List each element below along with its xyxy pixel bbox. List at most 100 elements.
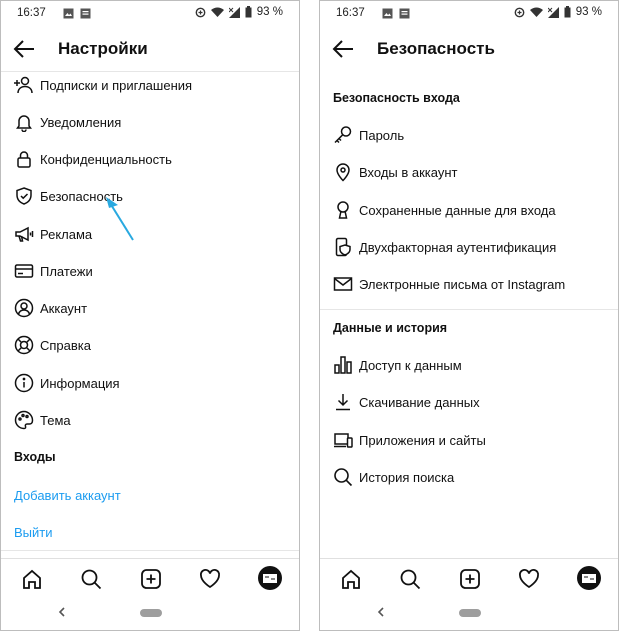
menu-item-search-history[interactable]: История поиска — [332, 463, 618, 491]
menu-item-label: Двухфакторная аутентификация — [359, 239, 557, 255]
lock-icon — [13, 148, 35, 170]
battery-icon — [245, 6, 252, 18]
menu-item-theme[interactable]: Тема — [13, 406, 299, 434]
new-post-icon[interactable] — [140, 568, 162, 590]
home-gesture-pill[interactable] — [459, 609, 481, 617]
activity-heart-icon[interactable] — [518, 568, 540, 590]
devices-icon — [332, 429, 354, 451]
profile-avatar-icon[interactable] — [577, 566, 601, 590]
info-icon — [13, 372, 35, 394]
search-icon — [332, 466, 354, 488]
system-navigation — [320, 601, 618, 625]
menu-item-label: Доступ к данным — [359, 357, 462, 373]
menu-item-label: Скачивание данных — [359, 394, 480, 410]
bottom-navigation — [1, 558, 299, 599]
gallery-notification-icon — [382, 8, 393, 19]
search-icon[interactable] — [80, 568, 102, 590]
menu-item-account[interactable]: Аккаунт — [13, 294, 299, 322]
menu-item-subscriptions[interactable]: Подписки и приглашения — [13, 71, 299, 99]
menu-item-label: Приложения и сайты — [359, 432, 486, 448]
battery-percent: 93 % — [256, 6, 283, 18]
gallery-notification-icon — [63, 8, 74, 19]
menu-item-label: Аккаунт — [40, 300, 88, 316]
wifi-icon — [210, 7, 224, 17]
account-icon — [13, 297, 35, 319]
section-data-history: Данные и история — [333, 321, 448, 335]
home-icon[interactable] — [340, 568, 362, 590]
shield-icon — [13, 185, 35, 207]
menu-item-security[interactable]: Безопасность — [13, 182, 299, 210]
menu-item-saved-login[interactable]: Сохраненные данные для входа — [332, 196, 618, 224]
data-saver-icon — [514, 7, 525, 17]
menu-item-access-data[interactable]: Доступ к данным — [332, 351, 618, 379]
menu-item-ads[interactable]: Реклама — [13, 220, 299, 248]
menu-item-privacy[interactable]: Конфиденциальность — [13, 145, 299, 173]
key-icon — [332, 124, 354, 146]
menu-item-password[interactable]: Пароль — [332, 121, 618, 149]
home-icon[interactable] — [21, 568, 43, 590]
envelope-icon — [332, 273, 354, 295]
menu-item-apps-websites[interactable]: Приложения и сайты — [332, 426, 618, 454]
system-back-icon[interactable] — [57, 605, 67, 619]
menu-item-label: Тема — [40, 412, 71, 428]
phone-shield-icon — [332, 236, 354, 258]
palette-icon — [13, 409, 35, 431]
menu-item-label: Сохраненные данные для входа — [359, 202, 556, 218]
back-arrow-icon[interactable] — [332, 39, 354, 59]
bottom-navigation — [320, 558, 618, 599]
add-person-icon — [13, 74, 35, 96]
menu-item-download-data[interactable]: Скачивание данных — [332, 388, 618, 416]
card-icon — [13, 260, 35, 282]
profile-avatar-icon[interactable] — [258, 566, 282, 590]
search-icon[interactable] — [399, 568, 421, 590]
system-back-icon[interactable] — [376, 605, 386, 619]
home-gesture-pill[interactable] — [140, 609, 162, 617]
message-notification-icon — [80, 8, 91, 19]
divider — [1, 550, 299, 551]
add-account-link[interactable]: Добавить аккаунт — [14, 488, 121, 503]
menu-item-emails[interactable]: Электронные письма от Instagram — [332, 270, 618, 298]
section-logins: Входы — [14, 450, 56, 464]
page-title: Настройки — [58, 39, 148, 58]
menu-item-label: Информация — [40, 375, 120, 391]
menu-item-label: Подписки и приглашения — [40, 77, 193, 93]
top-bar: Настройки — [1, 31, 299, 67]
menu-item-payments[interactable]: Платежи — [13, 257, 299, 285]
menu-item-label: Уведомления — [40, 114, 122, 130]
menu-item-help[interactable]: Справка — [13, 331, 299, 359]
menu-item-label: Платежи — [40, 263, 93, 279]
activity-heart-icon[interactable] — [199, 568, 221, 590]
menu-item-label: Конфиденциальность — [40, 151, 172, 167]
new-post-icon[interactable] — [459, 568, 481, 590]
menu-item-label: Входы в аккаунт — [359, 164, 458, 180]
menu-item-label: Электронные письма от Instagram — [359, 276, 566, 292]
menu-item-label: История поиска — [359, 469, 455, 485]
menu-item-label: Справка — [40, 337, 91, 353]
divider — [320, 309, 618, 310]
back-arrow-icon[interactable] — [13, 39, 35, 59]
security-screen: 16:37 93 % Безопасность Безопасность вхо… — [319, 0, 619, 631]
menu-item-label: Реклама — [40, 226, 93, 242]
location-pin-icon — [332, 161, 354, 183]
menu-item-login-activity[interactable]: Входы в аккаунт — [332, 158, 618, 186]
section-login-security: Безопасность входа — [333, 91, 460, 105]
download-icon — [332, 391, 354, 413]
menu-item-two-factor[interactable]: Двухфакторная аутентификация — [332, 233, 618, 261]
top-bar: Безопасность — [320, 31, 618, 67]
menu-item-info[interactable]: Информация — [13, 369, 299, 397]
bar-chart-icon — [332, 354, 354, 376]
signal-icon — [547, 6, 559, 18]
settings-screen: 16:37 93 % Настройки Подписки и приглаше… — [0, 0, 300, 631]
annotation-arrow — [106, 197, 134, 241]
battery-icon — [564, 6, 571, 18]
status-time: 16:37 — [17, 7, 46, 19]
battery-percent: 93 % — [575, 6, 602, 18]
message-notification-icon — [399, 8, 410, 19]
logout-link[interactable]: Выйти — [14, 525, 53, 540]
status-bar: 16:37 93 % — [1, 1, 299, 25]
data-saver-icon — [195, 7, 206, 17]
bell-icon — [13, 111, 35, 133]
keyhole-icon — [332, 199, 354, 221]
menu-item-notifications[interactable]: Уведомления — [13, 108, 299, 136]
page-title: Безопасность — [377, 39, 495, 58]
